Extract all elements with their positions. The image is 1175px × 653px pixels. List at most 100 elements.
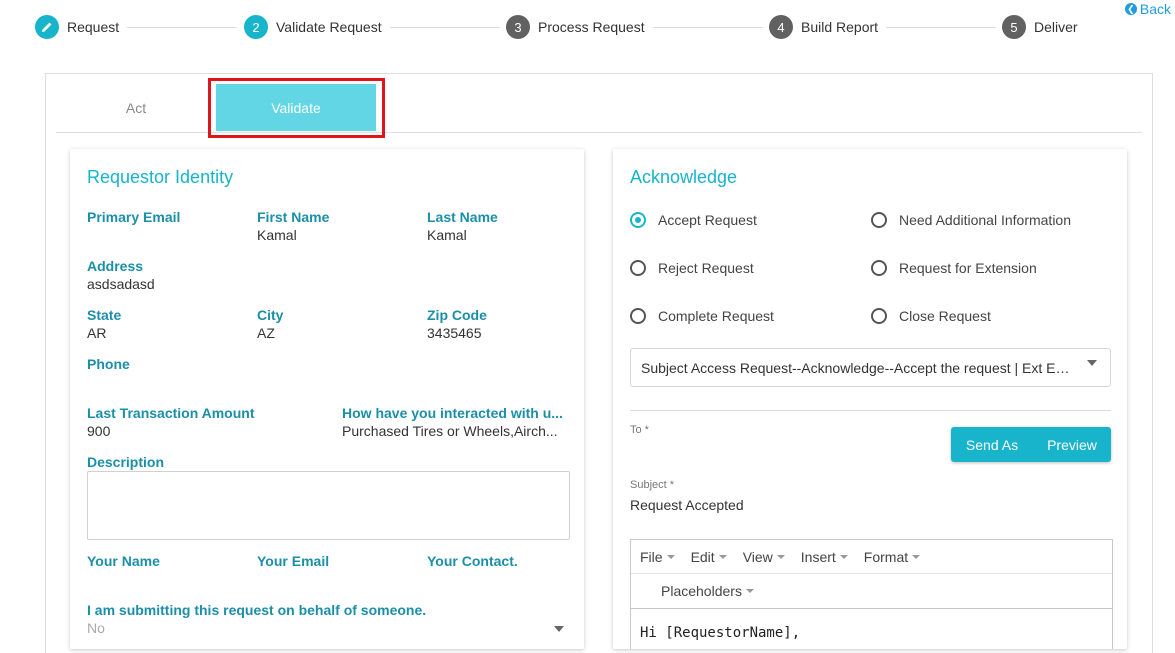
to-label: To * bbox=[630, 424, 649, 436]
caret-down-icon bbox=[666, 554, 675, 559]
step-number: 4 bbox=[769, 15, 793, 39]
radio-unchecked-icon bbox=[630, 260, 646, 276]
field-label: Your Email bbox=[257, 553, 330, 569]
radio-label: Request for Extension bbox=[899, 260, 1037, 276]
email-editor: File Edit View Insert Format Placeholder… bbox=[630, 539, 1113, 649]
step-label: Request bbox=[67, 19, 120, 35]
your-contact-field: Your Contact. bbox=[427, 553, 577, 569]
template-select-value: Subject Access Request--Acknowledge--Acc… bbox=[641, 359, 1080, 376]
step-number: 2 bbox=[244, 15, 268, 39]
step-build-report[interactable]: 4 Build Report bbox=[769, 15, 878, 39]
field-label: State bbox=[87, 307, 122, 323]
send-options-group: Send As Preview bbox=[951, 427, 1111, 462]
field-label: Your Contact. bbox=[427, 553, 518, 569]
card-title: Acknowledge bbox=[630, 167, 738, 187]
radio-unchecked-icon bbox=[871, 308, 887, 324]
step-number: 5 bbox=[1002, 15, 1026, 39]
caret-down-icon bbox=[745, 589, 754, 593]
step-label: Validate Request bbox=[276, 19, 382, 35]
menu-placeholders[interactable]: Placeholders bbox=[661, 583, 754, 599]
radio-close-request[interactable]: Close Request bbox=[871, 308, 991, 324]
interaction-field: How have you interacted with u... Purcha… bbox=[342, 405, 568, 439]
step-request[interactable]: Request bbox=[35, 15, 119, 39]
last-transaction-field: Last Transaction Amount 900 bbox=[87, 405, 327, 439]
field-value: Purchased Tires or Wheels,Airch... bbox=[342, 423, 558, 439]
field-value: 3435465 bbox=[427, 325, 482, 341]
on-behalf-field: I am submitting this request on behalf o… bbox=[87, 602, 557, 618]
zip-code-field: Zip Code 3435465 bbox=[427, 307, 577, 341]
acknowledge-card: Acknowledge Accept Request Need Addition… bbox=[613, 149, 1127, 649]
step-validate-request[interactable]: 2 Validate Request bbox=[244, 15, 382, 39]
menu-edit[interactable]: Edit bbox=[691, 549, 727, 565]
radio-unchecked-icon bbox=[871, 260, 887, 276]
preview-button[interactable]: Preview bbox=[1033, 427, 1111, 462]
step-deliver[interactable]: 5 Deliver bbox=[1002, 15, 1078, 39]
step-label: Process Request bbox=[538, 19, 645, 35]
back-link[interactable]: ❮ Back bbox=[1124, 1, 1171, 17]
chevron-down-icon[interactable] bbox=[1087, 360, 1097, 366]
menu-file[interactable]: File bbox=[640, 549, 675, 565]
on-behalf-select[interactable]: No bbox=[87, 620, 105, 636]
field-label: Phone bbox=[87, 356, 130, 372]
description-textarea[interactable] bbox=[87, 471, 570, 540]
field-value: asdsadasd bbox=[87, 276, 155, 292]
pencil-icon bbox=[35, 15, 59, 39]
field-value: 900 bbox=[87, 423, 111, 439]
tab-act[interactable]: Act bbox=[66, 88, 206, 128]
caret-down-icon bbox=[839, 554, 848, 559]
progress-stepper: Request 2 Validate Request 3 Process Req… bbox=[0, 0, 1175, 60]
description-label-field: Description bbox=[87, 454, 387, 470]
chevron-left-icon: ❮ bbox=[1124, 3, 1137, 15]
field-label: Description bbox=[87, 454, 165, 470]
step-process-request[interactable]: 3 Process Request bbox=[506, 15, 645, 39]
editor-menubar: File Edit View Insert Format bbox=[631, 540, 1112, 574]
field-value: Kamal bbox=[257, 227, 297, 243]
step-connector bbox=[127, 27, 237, 28]
template-select[interactable]: Subject Access Request--Acknowledge--Acc… bbox=[630, 348, 1111, 387]
first-name-field: First Name Kamal bbox=[257, 209, 417, 243]
radio-unchecked-icon bbox=[630, 308, 646, 324]
primary-email-field: Primary Email bbox=[87, 209, 247, 227]
card-title: Requestor Identity bbox=[87, 167, 234, 187]
step-connector bbox=[886, 27, 996, 28]
field-label: Last Name bbox=[427, 209, 498, 225]
field-label: First Name bbox=[257, 209, 330, 225]
radio-need-additional-information[interactable]: Need Additional Information bbox=[871, 212, 1071, 228]
radio-label: Accept Request bbox=[658, 212, 757, 228]
subject-label: Subject * bbox=[630, 479, 675, 491]
radio-label: Need Additional Information bbox=[899, 212, 1071, 228]
field-label: Primary Email bbox=[87, 209, 181, 225]
step-label: Build Report bbox=[801, 19, 879, 35]
radio-label: Complete Request bbox=[658, 308, 774, 324]
subject-value[interactable]: Request Accepted bbox=[630, 497, 744, 513]
radio-request-for-extension[interactable]: Request for Extension bbox=[871, 260, 1037, 276]
radio-checked-icon bbox=[630, 212, 646, 228]
step-connector bbox=[653, 27, 763, 28]
radio-label: Reject Request bbox=[658, 260, 754, 276]
step-connector bbox=[390, 27, 500, 28]
city-field: City AZ bbox=[257, 307, 417, 341]
field-label: Last Transaction Amount bbox=[87, 405, 255, 421]
phone-field: Phone bbox=[87, 356, 387, 374]
field-value: AR bbox=[87, 325, 107, 341]
field-label: Address bbox=[87, 258, 144, 274]
divider bbox=[630, 410, 1111, 411]
tab-validate[interactable]: Validate bbox=[216, 84, 376, 131]
field-label: Your Name bbox=[87, 553, 160, 569]
menu-insert[interactable]: Insert bbox=[801, 549, 848, 565]
field-value: Kamal bbox=[427, 227, 467, 243]
send-as-button[interactable]: Send As bbox=[951, 427, 1033, 462]
field-label: Zip Code bbox=[427, 307, 487, 323]
step-label: Deliver bbox=[1034, 19, 1078, 35]
radio-accept-request[interactable]: Accept Request bbox=[630, 212, 757, 228]
chevron-down-icon[interactable] bbox=[554, 626, 564, 632]
state-field: State AR bbox=[87, 307, 247, 341]
field-label: How have you interacted with u... bbox=[342, 405, 563, 421]
requestor-identity-card: Requestor Identity Primary Email First N… bbox=[70, 149, 584, 649]
radio-complete-request[interactable]: Complete Request bbox=[630, 308, 774, 324]
editor-body-text[interactable]: Hi [RequestorName], bbox=[640, 625, 800, 641]
menu-format[interactable]: Format bbox=[864, 549, 921, 565]
menu-view[interactable]: View bbox=[743, 549, 785, 565]
radio-reject-request[interactable]: Reject Request bbox=[630, 260, 754, 276]
radio-unchecked-icon bbox=[871, 212, 887, 228]
